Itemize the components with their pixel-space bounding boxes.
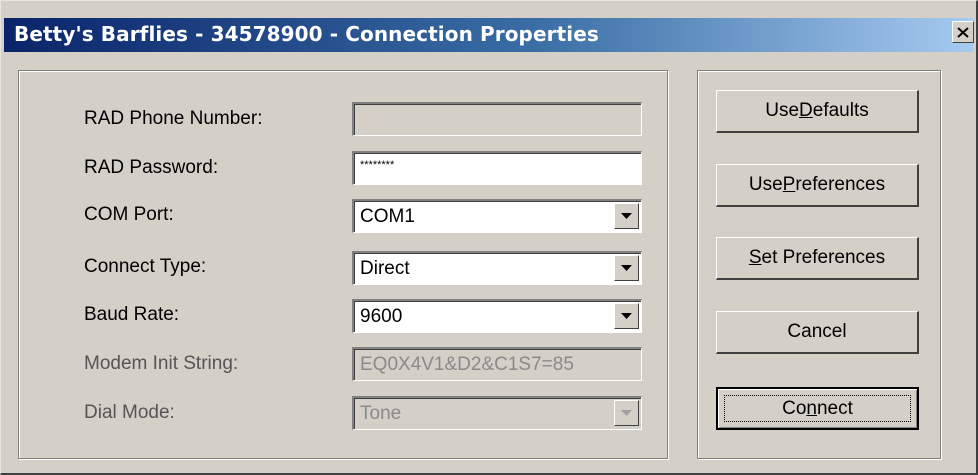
chevron-down-icon xyxy=(621,265,632,271)
rad-password-value: ******** xyxy=(360,159,395,171)
use-preferences-button[interactable]: Use Preferences xyxy=(716,164,919,207)
baud-rate-value: 9600 xyxy=(360,306,403,327)
window-title: Betty's Barflies - 34578900 - Connection… xyxy=(14,22,599,46)
cancel-button[interactable]: Cancel xyxy=(716,311,919,354)
connect-button[interactable]: Co n nect xyxy=(716,387,919,430)
rad-password-label: RAD Password: xyxy=(84,157,219,178)
dial-mode-dropdown-button xyxy=(614,400,639,426)
use-defaults-button[interactable]: Use Defaults xyxy=(716,90,919,133)
title-bar[interactable]: Betty's Barflies - 34578900 - Connection… xyxy=(4,18,973,52)
chevron-down-icon xyxy=(621,213,632,219)
rad-password-field[interactable]: ******** xyxy=(352,151,642,185)
baud-rate-label: Baud Rate: xyxy=(84,304,180,325)
com-port-select[interactable]: COM1 xyxy=(352,199,642,233)
connect-type-label: Connect Type: xyxy=(84,256,207,277)
com-port-dropdown-button[interactable] xyxy=(614,203,639,229)
chevron-down-icon xyxy=(621,410,632,416)
modem-init-string-field: EQ0X4V1&D2&C1S7=85 xyxy=(352,347,642,381)
connect-type-dropdown-button[interactable] xyxy=(614,255,639,281)
com-port-value: COM1 xyxy=(360,206,415,227)
connection-properties-dialog: Betty's Barflies - 34578900 - Connection… xyxy=(0,0,978,475)
close-button[interactable] xyxy=(952,21,974,43)
chevron-down-icon xyxy=(621,313,632,319)
dial-mode-value: Tone xyxy=(360,403,402,424)
com-port-label: COM Port: xyxy=(84,204,174,225)
modem-init-string-label: Modem Init String: xyxy=(84,353,239,374)
baud-rate-select[interactable]: 9600 xyxy=(352,299,642,333)
set-preferences-button[interactable]: Set Preferences xyxy=(716,237,919,280)
rad-phone-number-label: RAD Phone Number: xyxy=(84,108,263,129)
close-icon xyxy=(957,26,969,38)
dial-mode-label: Dial Mode: xyxy=(84,402,175,423)
modem-init-string-value: EQ0X4V1&D2&C1S7=85 xyxy=(360,354,574,375)
dial-mode-select: Tone xyxy=(352,396,642,430)
baud-rate-dropdown-button[interactable] xyxy=(614,303,639,329)
connect-type-value: Direct xyxy=(360,258,410,279)
rad-phone-number-field xyxy=(352,102,642,136)
focus-ring xyxy=(724,395,911,422)
connect-type-select[interactable]: Direct xyxy=(352,251,642,285)
